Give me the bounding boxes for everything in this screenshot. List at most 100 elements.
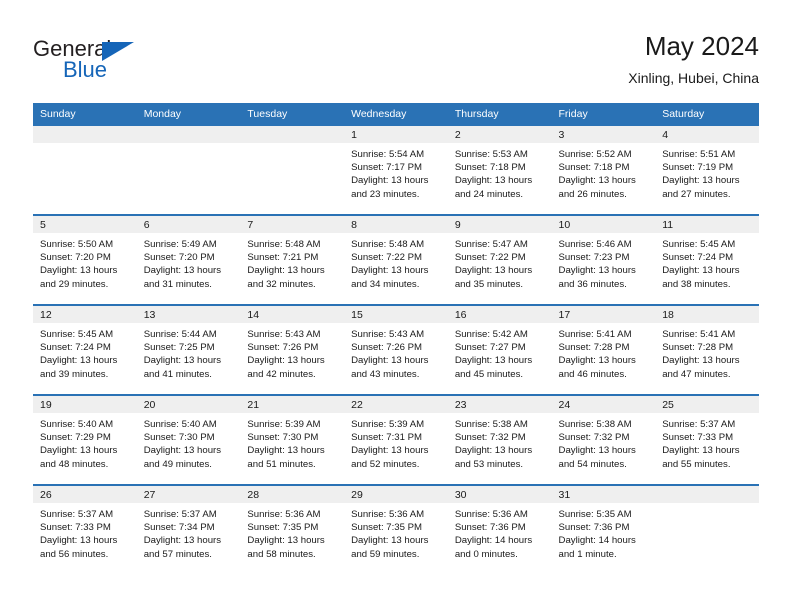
day-number: 30 — [447, 486, 552, 503]
calendar-day-cell[interactable]: 18 Sunrise: 5:41 AM Sunset: 7:28 PM Dayligh… — [655, 306, 759, 394]
calendar-day-cell[interactable]: 14 Sunrise: 5:43 AM Sunset: 7:26 PM Dayligh… — [240, 306, 345, 394]
calendar-day-cell[interactable]: 29 Sunrise: 5:36 AM Sunset: 7:35 PM Dayligh… — [344, 486, 448, 574]
day-number: 15 — [344, 306, 448, 323]
calendar-day-cell[interactable]: 30 Sunrise: 5:36 AM Sunset: 7:36 PM Dayligh… — [447, 486, 552, 574]
sunset-time: Sunset: 7:36 PM — [558, 522, 630, 534]
day-number: 22 — [344, 396, 448, 413]
sunset-time: Sunset: 7:23 PM — [558, 252, 630, 264]
calendar-cell: 18 Sunrise: 5:41 AM Sunset: 7:28 PM Dayligh… — [655, 304, 759, 395]
daylight-duration-line2: and 48 minutes. — [40, 458, 109, 470]
day-number: 5 — [33, 216, 137, 233]
calendar-day-cell[interactable]: 9 Sunrise: 5:47 AM Sunset: 7:22 PM Daylight… — [447, 216, 552, 304]
sunset-time: Sunset: 7:21 PM — [247, 252, 319, 264]
calendar-day-cell[interactable]: 31 Sunrise: 5:35 AM Sunset: 7:36 PM Dayligh… — [551, 486, 656, 574]
calendar-day-cell[interactable]: 4 Sunrise: 5:51 AM Sunset: 7:19 PM Daylight… — [655, 126, 759, 214]
sunrise-time: Sunrise: 5:35 AM — [558, 509, 632, 520]
calendar-day-cell[interactable]: 1 Sunrise: 5:54 AM Sunset: 7:17 PM Daylight… — [344, 126, 448, 214]
daylight-duration-line2: and 57 minutes. — [143, 548, 212, 560]
day-details: Sunrise: 5:48 AM Sunset: 7:22 PM Daylight:… — [344, 233, 448, 291]
day-details: Sunrise: 5:45 AM Sunset: 7:24 PM Daylight:… — [655, 233, 759, 291]
calendar-day-cell[interactable]: 28 Sunrise: 5:36 AM Sunset: 7:35 PM Dayligh… — [240, 486, 345, 574]
calendar-cell: 31 Sunrise: 5:35 AM Sunset: 7:36 PM Dayligh… — [551, 484, 656, 574]
calendar-day-cell[interactable]: 25 Sunrise: 5:37 AM Sunset: 7:33 PM Dayligh… — [655, 396, 759, 484]
calendar-day-cell[interactable]: 20 Sunrise: 5:40 AM Sunset: 7:30 PM Dayligh… — [136, 396, 241, 484]
day-number: 14 — [240, 306, 345, 323]
daylight-duration-line2: and 55 minutes. — [662, 458, 731, 470]
daylight-duration-line1: Daylight: 13 hours — [662, 445, 740, 457]
daylight-duration-line1: Daylight: 13 hours — [351, 535, 429, 547]
day-number: 10 — [551, 216, 656, 233]
day-details: Sunrise: 5:54 AM Sunset: 7:17 PM Daylight:… — [344, 143, 448, 201]
calendar-cell: 22 Sunrise: 5:39 AM Sunset: 7:31 PM Dayligh… — [344, 394, 448, 485]
day-details: Sunrise: 5:36 AM Sunset: 7:35 PM Daylight:… — [344, 503, 448, 561]
calendar-day-cell[interactable]: 27 Sunrise: 5:37 AM Sunset: 7:34 PM Dayligh… — [136, 486, 241, 574]
page-header: General Blue May 2024 Xinling, Hubei, Ch… — [33, 30, 759, 96]
sunrise-time: Sunrise: 5:41 AM — [662, 329, 736, 340]
calendar-day-cell[interactable]: 24 Sunrise: 5:38 AM Sunset: 7:32 PM Dayligh… — [551, 396, 656, 484]
calendar-day-cell[interactable]: 21 Sunrise: 5:39 AM Sunset: 7:30 PM Dayligh… — [240, 396, 345, 484]
sunset-time: Sunset: 7:19 PM — [662, 162, 734, 174]
day-number: 19 — [33, 396, 137, 413]
calendar-day-cell[interactable]: 11 Sunrise: 5:45 AM Sunset: 7:24 PM Dayligh… — [655, 216, 759, 304]
calendar-day-cell[interactable]: 2 Sunrise: 5:53 AM Sunset: 7:18 PM Daylight… — [447, 126, 552, 214]
sunset-time: Sunset: 7:34 PM — [143, 522, 215, 534]
sunset-time: Sunset: 7:29 PM — [40, 432, 111, 444]
daylight-duration-line1: Daylight: 13 hours — [247, 355, 325, 367]
daylight-duration-line2: and 46 minutes. — [558, 368, 627, 380]
calendar-day-cell[interactable]: 15 Sunrise: 5:43 AM Sunset: 7:26 PM Dayligh… — [344, 306, 448, 394]
calendar-day-cell[interactable]: 19 Sunrise: 5:40 AM Sunset: 7:29 PM Dayligh… — [33, 396, 137, 484]
calendar-cell — [655, 484, 759, 574]
general-blue-logo[interactable]: General Blue — [33, 36, 163, 88]
day-details: Sunrise: 5:37 AM Sunset: 7:33 PM Daylight:… — [655, 413, 759, 471]
daylight-duration-line1: Daylight: 13 hours — [351, 265, 429, 277]
day-details: Sunrise: 5:53 AM Sunset: 7:18 PM Daylight:… — [448, 143, 552, 201]
calendar-day-cell[interactable]: 26 Sunrise: 5:37 AM Sunset: 7:33 PM Dayligh… — [33, 486, 137, 574]
calendar-day-cell[interactable]: 7 Sunrise: 5:48 AM Sunset: 7:21 PM Daylight… — [240, 216, 345, 304]
calendar-day-cell[interactable]: 10 Sunrise: 5:46 AM Sunset: 7:23 PM Dayligh… — [551, 216, 656, 304]
calendar-day-cell[interactable]: 13 Sunrise: 5:44 AM Sunset: 7:25 PM Dayligh… — [136, 306, 241, 394]
day-number: 17 — [551, 306, 656, 323]
sunset-time: Sunset: 7:20 PM — [40, 252, 111, 264]
calendar-day-cell[interactable]: 6 Sunrise: 5:49 AM Sunset: 7:20 PM Daylight… — [136, 216, 241, 304]
calendar-cell: 16 Sunrise: 5:42 AM Sunset: 7:27 PM Dayligh… — [447, 304, 552, 395]
day-number: 7 — [240, 216, 345, 233]
day-number — [33, 126, 137, 143]
daylight-duration-line2: and 42 minutes. — [247, 368, 316, 380]
sunrise-time: Sunrise: 5:48 AM — [247, 239, 321, 250]
calendar-day-cell[interactable]: 5 Sunrise: 5:50 AM Sunset: 7:20 PM Daylight… — [33, 216, 137, 304]
calendar-day-cell-empty — [655, 486, 759, 574]
sunrise-time: Sunrise: 5:42 AM — [454, 329, 528, 340]
daylight-duration-line2: and 47 minutes. — [662, 368, 731, 380]
calendar-day-cell[interactable]: 12 Sunrise: 5:45 AM Sunset: 7:24 PM Dayligh… — [33, 306, 137, 394]
page-subtitle: Xinling, Hubei, China — [628, 70, 759, 86]
calendar-day-cell[interactable]: 16 Sunrise: 5:42 AM Sunset: 7:27 PM Dayligh… — [447, 306, 552, 394]
calendar-cell: 25 Sunrise: 5:37 AM Sunset: 7:33 PM Dayligh… — [655, 394, 759, 485]
day-details: Sunrise: 5:45 AM Sunset: 7:24 PM Daylight:… — [33, 323, 137, 381]
calendar-cell: 29 Sunrise: 5:36 AM Sunset: 7:35 PM Dayligh… — [344, 484, 448, 574]
calendar-day-cell[interactable]: 17 Sunrise: 5:41 AM Sunset: 7:28 PM Dayligh… — [551, 306, 656, 394]
day-number: 21 — [240, 396, 345, 413]
day-details: Sunrise: 5:35 AM Sunset: 7:36 PM Daylight:… — [552, 503, 656, 561]
day-details: Sunrise: 5:39 AM Sunset: 7:31 PM Daylight:… — [344, 413, 448, 471]
calendar-day-cell[interactable]: 3 Sunrise: 5:52 AM Sunset: 7:18 PM Daylight… — [551, 126, 656, 214]
weekday-header-friday: Friday — [551, 103, 656, 126]
sunrise-time: Sunrise: 5:36 AM — [247, 509, 321, 520]
calendar-day-cell[interactable]: 8 Sunrise: 5:48 AM Sunset: 7:22 PM Daylight… — [344, 216, 448, 304]
daylight-duration-line1: Daylight: 13 hours — [351, 355, 429, 367]
daylight-duration-line2: and 23 minutes. — [351, 188, 420, 200]
calendar-table: Sunday Monday Tuesday Wednesday Thursday… — [33, 103, 759, 574]
calendar-day-cell[interactable]: 22 Sunrise: 5:39 AM Sunset: 7:31 PM Dayligh… — [344, 396, 448, 484]
day-number: 18 — [655, 306, 759, 323]
calendar-cell: 8 Sunrise: 5:48 AM Sunset: 7:22 PM Daylight… — [344, 214, 448, 305]
daylight-duration-line2: and 53 minutes. — [454, 458, 524, 470]
daylight-duration-line1: Daylight: 13 hours — [247, 535, 325, 547]
sunrise-time: Sunrise: 5:43 AM — [351, 329, 425, 340]
sunrise-time: Sunrise: 5:38 AM — [454, 419, 528, 430]
daylight-duration-line1: Daylight: 13 hours — [143, 355, 222, 367]
sunrise-time: Sunrise: 5:40 AM — [40, 419, 114, 430]
day-number: 16 — [447, 306, 552, 323]
daylight-duration-line1: Daylight: 13 hours — [662, 175, 740, 187]
day-number: 29 — [344, 486, 448, 503]
calendar-day-cell[interactable]: 23 Sunrise: 5:38 AM Sunset: 7:32 PM Dayligh… — [447, 396, 552, 484]
calendar-header-row: Sunday Monday Tuesday Wednesday Thursday… — [33, 103, 759, 126]
